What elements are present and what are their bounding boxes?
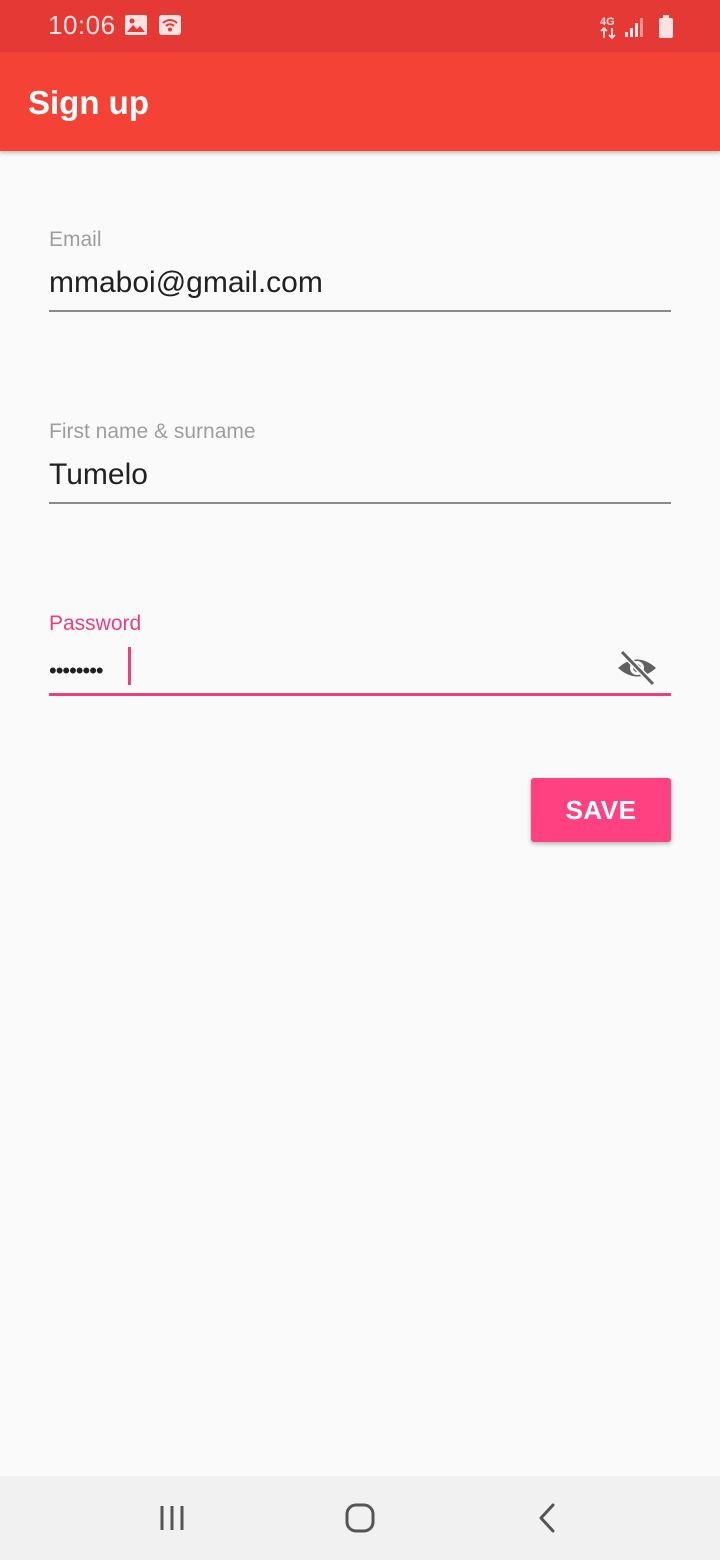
text-cursor bbox=[128, 647, 131, 685]
name-label: First name & surname bbox=[49, 420, 256, 443]
password-label: Password bbox=[49, 612, 142, 635]
4g-icon: 4G bbox=[600, 16, 616, 40]
email-label: Email bbox=[49, 228, 102, 251]
back-icon[interactable] bbox=[524, 1496, 572, 1540]
recent-apps-icon[interactable] bbox=[148, 1496, 196, 1540]
status-bar: 10:06 4G bbox=[0, 0, 720, 52]
name-underline bbox=[49, 502, 671, 504]
battery-icon bbox=[659, 15, 673, 38]
name-field[interactable]: First name & surname Tumelo bbox=[49, 420, 671, 510]
password-input[interactable]: •••••••• bbox=[49, 658, 104, 684]
email-input[interactable]: mmaboi@gmail.com bbox=[49, 266, 323, 300]
app-bar: Sign up bbox=[0, 52, 720, 151]
network-type-label: 4G bbox=[600, 16, 615, 28]
signal-icon bbox=[625, 18, 643, 37]
password-field[interactable]: Password •••••••• bbox=[49, 612, 671, 704]
home-icon[interactable] bbox=[336, 1496, 384, 1540]
name-input[interactable]: Tumelo bbox=[49, 458, 148, 492]
status-time: 10:06 bbox=[48, 10, 116, 40]
page-title: Sign up bbox=[28, 84, 149, 121]
visibility-off-icon[interactable] bbox=[615, 648, 659, 688]
password-underline bbox=[49, 693, 671, 696]
wifi-call-icon bbox=[159, 15, 181, 35]
email-underline bbox=[49, 310, 671, 312]
save-button[interactable]: SAVE bbox=[531, 778, 671, 842]
navigation-bar bbox=[0, 1476, 720, 1560]
email-field[interactable]: Email mmaboi@gmail.com bbox=[49, 228, 671, 318]
image-icon bbox=[125, 15, 147, 35]
